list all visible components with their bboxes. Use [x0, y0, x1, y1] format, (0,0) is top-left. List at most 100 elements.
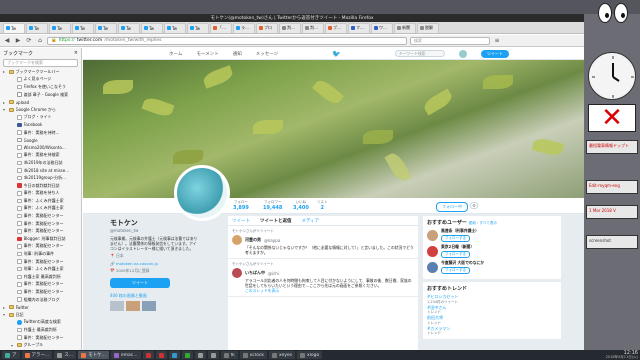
follow-button[interactable]: フォローする [441, 267, 470, 274]
sidebar-close-icon[interactable]: × [74, 50, 78, 56]
media-thumbnail[interactable] [126, 301, 140, 311]
bookmark-item[interactable]: Firefox を使いこなそう [0, 83, 81, 91]
bookmark-item[interactable]: ブログ・ライト [0, 114, 81, 122]
tweet-avatar[interactable] [232, 235, 242, 245]
browser-tab[interactable]: Tw [49, 22, 71, 33]
taskbar-item[interactable] [207, 351, 219, 359]
nav-notifications[interactable]: 通知 [233, 51, 242, 57]
profile-gear-icon[interactable]: ⚙ [470, 202, 478, 209]
url-bar[interactable]: 🔒 https://twitter.com/motoken_tw/with_re… [47, 36, 407, 45]
bookmark-item[interactable]: 事件：ふくみ弁護士家 [0, 197, 81, 205]
browser-tab[interactable]: 「ホワ [210, 22, 232, 33]
xeyes-left-eye[interactable] [598, 3, 612, 23]
timeline-tab[interactable]: ツイートと返信 [260, 218, 292, 224]
media-thumbnail[interactable] [110, 301, 124, 311]
taskbar-item[interactable]: xlogo [297, 351, 323, 359]
taskbar-item[interactable] [155, 351, 167, 359]
tweet-avatar[interactable] [232, 268, 242, 278]
bookmark-item[interactable]: Wismo200/Wisonto... [0, 144, 81, 152]
bookmark-item[interactable]: よく見るページ [0, 76, 81, 84]
tree-twisty-icon[interactable]: ▸ [3, 100, 7, 105]
bookmark-item[interactable]: 事件：実務配センター [0, 281, 81, 289]
menu-button[interactable]: ≡ [493, 37, 501, 45]
bookmark-item[interactable]: Twitterの高度な検索 [0, 319, 81, 327]
tree-twisty-icon[interactable]: ▾ [3, 312, 7, 317]
sidebar-search-input[interactable]: ブックマークを検索 [3, 59, 78, 67]
browser-tab[interactable]: フジテ [348, 22, 370, 33]
profile-stat[interactable]: フォロー 3,899 [233, 200, 249, 211]
bookmark-item[interactable]: 事件：実務配センター [0, 288, 81, 296]
trend-item[interactable]: 前田大将 トレンド [427, 315, 557, 326]
account-avatar[interactable] [458, 49, 467, 58]
bookmark-item[interactable]: 弁護士 最高裁判所 [0, 326, 81, 334]
minimized-window-4[interactable]: screenshot [586, 235, 638, 249]
photos-videos-link[interactable]: 406 枚の画像と動画 [110, 293, 200, 299]
tree-twisty-icon[interactable]: ▸ [3, 69, 7, 74]
profile-stat[interactable]: いいね 3,400 [293, 200, 309, 211]
suggested-user-name[interactable]: 今度藤沢 大阪でのなにか [441, 260, 484, 266]
bookmark-item[interactable]: 事件：実務配センター [0, 212, 81, 220]
trend-item[interactable]: #カメラマン トレンド [427, 326, 557, 337]
taskbar-item[interactable] [142, 351, 154, 359]
browser-tab[interactable]: 新聞 [394, 22, 416, 33]
tree-twisty-icon[interactable]: ▸ [3, 305, 7, 310]
media-thumbnail[interactable] [142, 301, 156, 311]
profile-stat[interactable]: リスト 2 [317, 200, 328, 211]
taskbar-clock[interactable]: 12:16 2018年9月11日(火) [606, 350, 638, 360]
bookmark-item[interactable]: 渡部 章子 - Google 検索 [0, 91, 81, 99]
tweet-to-button[interactable]: ツイート [110, 278, 170, 288]
bookmark-item[interactable]: 事件：実務配センター [0, 243, 81, 251]
search-box[interactable]: 検索 [410, 36, 490, 45]
nav-messages[interactable]: メッセージ [256, 51, 278, 57]
suggested-user-avatar[interactable] [427, 245, 438, 257]
timeline-tab[interactable]: メディア [302, 218, 320, 224]
minimized-window-1[interactable]: 最短電車情報ドップト [586, 140, 638, 154]
browser-tab[interactable]: Tw [187, 22, 209, 33]
xeyes-right-eye[interactable] [614, 3, 628, 23]
bookmark-item[interactable]: 今日の裁判裁判日誌 [0, 182, 81, 190]
bookmark-item[interactable]: 事件：実務配センター [0, 334, 81, 342]
following-button[interactable]: フォロー中 [436, 202, 468, 212]
back-button[interactable]: ◀ [3, 37, 11, 45]
taskbar-item[interactable]: emac... [110, 351, 141, 359]
bookmark-item[interactable]: 事件：実務配センター [0, 258, 81, 266]
browser-tab[interactable]: ブログ [325, 22, 347, 33]
twitter-bird-icon[interactable]: 🐦 [332, 50, 341, 58]
bookmark-item[interactable]: 刑事: 刑事の事件 [0, 250, 81, 258]
browser-tab[interactable]: ワイド [371, 22, 393, 33]
suggestion-refresh-link[interactable]: 更新・すべて表示 [469, 221, 497, 225]
home-button[interactable]: ⌂ [36, 37, 44, 45]
nav-home[interactable]: ホーム [169, 51, 182, 57]
browser-tab[interactable]: Tw [95, 22, 117, 33]
browser-tab[interactable]: Tw [72, 22, 94, 33]
taskbar-item[interactable]: モトケ... [78, 351, 109, 359]
bookmark-item[interactable]: ▾ Google Chrome から [0, 106, 81, 114]
bookmark-item[interactable]: 事件：実務配センター [0, 220, 81, 228]
browser-tab[interactable]: Tw [26, 22, 48, 33]
tweet[interactable]: モトケンさんがリツイート 河童の男 @kappa 「そんなの関係ないじゃないですか！（… [228, 226, 418, 259]
profile-avatar[interactable] [174, 165, 230, 221]
bookmark-item[interactable]: 事件：実務を持時... [0, 129, 81, 137]
browser-tab[interactable]: Tw [141, 22, 163, 33]
tree-twisty-icon[interactable]: ▾ [3, 107, 7, 112]
bookmark-item[interactable]: 事件：実務配センター [0, 227, 81, 235]
bookmark-item[interactable]: dk2018 site at misse... [0, 167, 81, 175]
taskbar-item[interactable]: ス... [54, 351, 77, 359]
follow-button[interactable]: フォローする [441, 251, 470, 258]
xlogo-window[interactable]: ✕ [588, 103, 636, 133]
bookmark-item[interactable]: dk2019年の法務日誌 [0, 159, 81, 167]
bookmark-item[interactable]: ▸ Twitter [0, 303, 81, 311]
bookmark-item[interactable]: Facebook [0, 121, 81, 129]
browser-tab[interactable]: 判事事 [302, 22, 324, 33]
trend-item[interactable]: #田中さん トレンド [427, 305, 557, 316]
reload-button[interactable]: ⟳ [25, 37, 33, 45]
browser-tab[interactable]: Tw [164, 22, 186, 33]
browser-tab[interactable]: ブロ [256, 22, 278, 33]
browser-tab[interactable]: 判事事 [279, 22, 301, 33]
bookmark-item[interactable]: 組織内の法務ブログ [0, 296, 81, 304]
show-thread-link[interactable]: このスレッドを表示 [245, 288, 414, 293]
browser-tab[interactable]: 脱解 [417, 22, 439, 33]
xclock-face[interactable] [588, 52, 636, 100]
follow-button[interactable]: フォローする [441, 235, 470, 242]
taskbar-item[interactable]: xclock [239, 351, 267, 359]
